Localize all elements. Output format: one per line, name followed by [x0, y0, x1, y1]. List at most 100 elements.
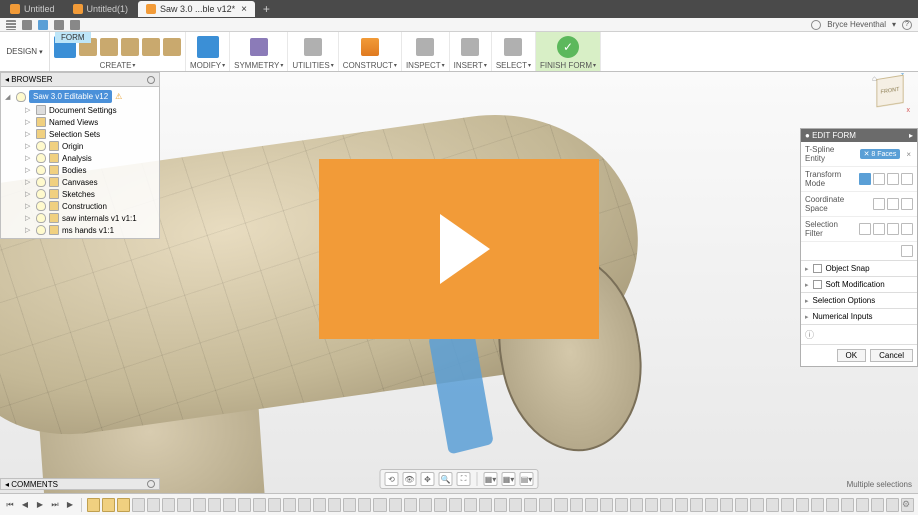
- fit-icon[interactable]: ⛶: [457, 472, 471, 486]
- pin-icon[interactable]: [147, 76, 155, 84]
- collapse-icon[interactable]: ◢: [5, 93, 13, 101]
- timeline-feature[interactable]: [811, 498, 824, 512]
- context-tab-form[interactable]: FORM: [55, 32, 91, 43]
- timeline-play-button[interactable]: ▶: [64, 499, 76, 511]
- ribbon-label-modify[interactable]: MODIFY: [190, 60, 225, 71]
- visibility-icon[interactable]: [16, 92, 26, 102]
- timeline-feature[interactable]: [886, 498, 899, 512]
- checkbox[interactable]: [813, 264, 822, 273]
- browser-header[interactable]: ◂ BROWSER: [1, 73, 159, 87]
- comments-panel-header[interactable]: ◂ COMMENTS: [0, 478, 160, 490]
- pan-icon[interactable]: ✥: [421, 472, 435, 486]
- utilities-icon[interactable]: [304, 38, 322, 56]
- timeline-feature[interactable]: [404, 498, 417, 512]
- visibility-icon[interactable]: [36, 225, 46, 235]
- tree-item-origin[interactable]: ▷Origin: [3, 140, 157, 152]
- timeline-feature[interactable]: [871, 498, 884, 512]
- section-selection-options[interactable]: ▸Selection Options: [801, 292, 917, 308]
- tree-item-construction[interactable]: ▷Construction: [3, 200, 157, 212]
- pin-icon[interactable]: [147, 480, 155, 488]
- timeline-feature[interactable]: [554, 498, 567, 512]
- visibility-icon[interactable]: [36, 177, 46, 187]
- timeline-feature[interactable]: [509, 498, 522, 512]
- filter-body-icon[interactable]: [901, 223, 913, 235]
- timeline-last-button[interactable]: ⏭: [49, 499, 61, 511]
- visibility-icon[interactable]: [36, 201, 46, 211]
- coord-view-icon[interactable]: [887, 198, 899, 210]
- coord-world-icon[interactable]: [873, 198, 885, 210]
- timeline-feature[interactable]: [585, 498, 598, 512]
- timeline-feature[interactable]: [826, 498, 839, 512]
- ribbon-label-select[interactable]: SELECT: [496, 60, 531, 71]
- tree-item-bodies[interactable]: ▷Bodies: [3, 164, 157, 176]
- file-menu-icon[interactable]: [22, 20, 32, 30]
- visibility-icon[interactable]: [36, 189, 46, 199]
- timeline-feature[interactable]: [238, 498, 251, 512]
- zoom-icon[interactable]: 🔍: [439, 472, 453, 486]
- edit-form-icon[interactable]: [197, 36, 219, 58]
- tree-item-saw-internals[interactable]: ▷saw internals v1 v1:1: [3, 212, 157, 224]
- timeline-feature[interactable]: [464, 498, 477, 512]
- timeline-feature[interactable]: [358, 498, 371, 512]
- timeline-feature[interactable]: [208, 498, 221, 512]
- info-row[interactable]: ⓘ: [801, 324, 917, 344]
- timeline-feature[interactable]: [419, 498, 432, 512]
- ribbon-label-inspect[interactable]: INSPECT: [406, 60, 445, 71]
- timeline-feature[interactable]: [434, 498, 447, 512]
- tab-saw-3[interactable]: Saw 3.0 ...ble v12*×: [138, 1, 255, 17]
- insert-icon[interactable]: [461, 38, 479, 56]
- timeline-feature[interactable]: [132, 498, 145, 512]
- coord-local-icon[interactable]: [901, 198, 913, 210]
- timeline-feature[interactable]: [720, 498, 733, 512]
- user-name[interactable]: Bryce Heventhal: [827, 20, 886, 29]
- tab-untitled-1[interactable]: Untitled(1): [65, 1, 137, 17]
- workspace-switcher[interactable]: DESIGN: [0, 32, 50, 71]
- filter-edge-icon[interactable]: [873, 223, 885, 235]
- timeline-feature[interactable]: [524, 498, 537, 512]
- timeline-feature[interactable]: [796, 498, 809, 512]
- tree-item-named-views[interactable]: ▷Named Views: [3, 116, 157, 128]
- timeline-feature[interactable]: [735, 498, 748, 512]
- expand-icon[interactable]: ▸: [909, 131, 913, 140]
- timeline-feature[interactable]: [328, 498, 341, 512]
- timeline-feature[interactable]: [283, 498, 296, 512]
- timeline-feature[interactable]: [449, 498, 462, 512]
- tree-item-ms-hands[interactable]: ▷ms hands v1:1: [3, 224, 157, 236]
- section-object-snap[interactable]: ▸Object Snap: [801, 260, 917, 276]
- add-tab-button[interactable]: +: [257, 2, 276, 16]
- save-icon[interactable]: [38, 20, 48, 30]
- visibility-icon[interactable]: [36, 153, 46, 163]
- ribbon-label-construct[interactable]: CONSTRUCT: [343, 60, 397, 71]
- timeline-feature[interactable]: [343, 498, 356, 512]
- timeline-feature[interactable]: [313, 498, 326, 512]
- timeline-first-button[interactable]: ⏮: [4, 499, 16, 511]
- timeline-feature[interactable]: [389, 498, 402, 512]
- extensions-icon[interactable]: [811, 20, 821, 30]
- timeline-feature[interactable]: [193, 498, 206, 512]
- view-cube-face[interactable]: FRONT: [876, 75, 903, 108]
- timeline-feature[interactable]: [87, 498, 100, 512]
- timeline-feature[interactable]: [675, 498, 688, 512]
- visibility-icon[interactable]: [36, 141, 46, 151]
- clear-selection-icon[interactable]: ×: [904, 150, 913, 159]
- timeline-feature[interactable]: [600, 498, 613, 512]
- tree-root-label[interactable]: Saw 3.0 Editable v12: [29, 90, 112, 103]
- help-icon[interactable]: ?: [902, 20, 912, 30]
- timeline-feature[interactable]: [766, 498, 779, 512]
- timeline-prev-button[interactable]: ◀: [19, 499, 31, 511]
- timeline-next-button[interactable]: ▶: [34, 499, 46, 511]
- timeline-feature[interactable]: [494, 498, 507, 512]
- ribbon-label-create[interactable]: CREATE: [100, 60, 136, 71]
- timeline-feature[interactable]: [298, 498, 311, 512]
- look-icon[interactable]: 👁: [403, 472, 417, 486]
- orbit-icon[interactable]: ⟲: [385, 472, 399, 486]
- construct-icon[interactable]: [361, 38, 379, 56]
- timeline-feature[interactable]: [479, 498, 492, 512]
- dropdown-icon[interactable]: ▾: [892, 20, 896, 29]
- repeat-icon[interactable]: [901, 245, 913, 257]
- tree-root-row[interactable]: ◢ Saw 3.0 Editable v12 ⚠: [3, 89, 157, 104]
- transform-mode-translate-icon[interactable]: [873, 173, 885, 185]
- timeline-feature[interactable]: [373, 498, 386, 512]
- tree-item-analysis[interactable]: ▷Analysis: [3, 152, 157, 164]
- timeline-feature[interactable]: [162, 498, 175, 512]
